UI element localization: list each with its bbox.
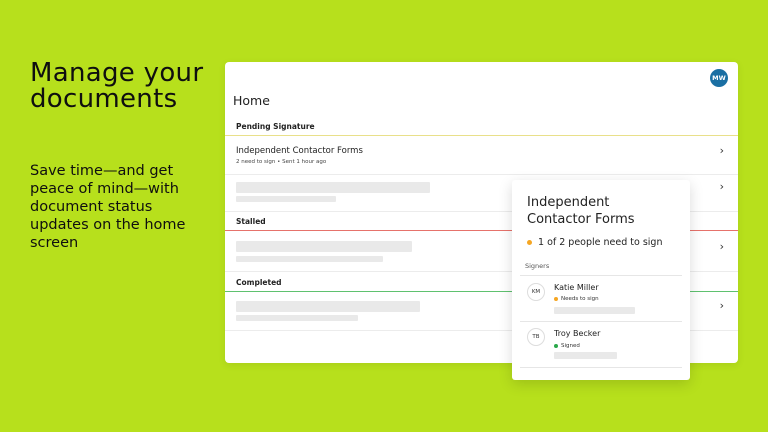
- status-dot-icon: [554, 297, 558, 301]
- document-detail-popover: Independent Contactor Forms 1 of 2 peopl…: [512, 180, 690, 380]
- page-title: Home: [233, 93, 270, 108]
- skeleton-meta: [236, 256, 383, 262]
- signer-status: Signed: [554, 343, 580, 349]
- hero-subtext: Save time—and get peace of mind—with doc…: [30, 163, 186, 251]
- chevron-right-icon: ›: [719, 144, 724, 157]
- skeleton-line: [554, 352, 617, 359]
- user-avatar[interactable]: MW: [710, 69, 728, 87]
- document-meta: 2 need to sign • Sent 1 hour ago: [236, 159, 327, 165]
- chevron-right-icon: ›: [719, 240, 724, 253]
- signers-label: Signers: [525, 262, 550, 270]
- popover-title: Independent Contactor Forms: [527, 195, 635, 227]
- document-row-independent-contactor-forms[interactable]: Independent Contactor Forms 2 need to si…: [225, 137, 738, 175]
- signer-status-text: Signed: [561, 343, 580, 349]
- skeleton-meta: [236, 315, 358, 321]
- section-pending-signature: Pending Signature: [225, 120, 738, 136]
- status-dot-icon: [554, 344, 558, 348]
- popover-status-text: 1 of 2 people need to sign: [538, 237, 663, 248]
- signer-status: Needs to sign: [554, 296, 599, 302]
- divider: [520, 321, 682, 322]
- chevron-right-icon: ›: [719, 180, 724, 193]
- hero-headline: Manage your documents: [30, 58, 204, 114]
- signer-avatar: TB: [527, 328, 545, 346]
- divider: [520, 275, 682, 276]
- skeleton-line: [554, 307, 635, 314]
- signer-name: Katie Miller: [554, 283, 599, 292]
- signer-avatar: KM: [527, 283, 545, 301]
- status-dot-icon: [527, 240, 532, 245]
- signer-status-text: Needs to sign: [561, 296, 599, 302]
- divider: [520, 367, 682, 368]
- skeleton-title: [236, 241, 412, 252]
- skeleton-meta: [236, 196, 336, 202]
- skeleton-title: [236, 182, 430, 193]
- document-title: Independent Contactor Forms: [236, 146, 363, 156]
- skeleton-title: [236, 301, 420, 312]
- chevron-right-icon: ›: [719, 299, 724, 312]
- popover-status: 1 of 2 people need to sign: [527, 237, 662, 248]
- signer-name: Troy Becker: [554, 329, 601, 338]
